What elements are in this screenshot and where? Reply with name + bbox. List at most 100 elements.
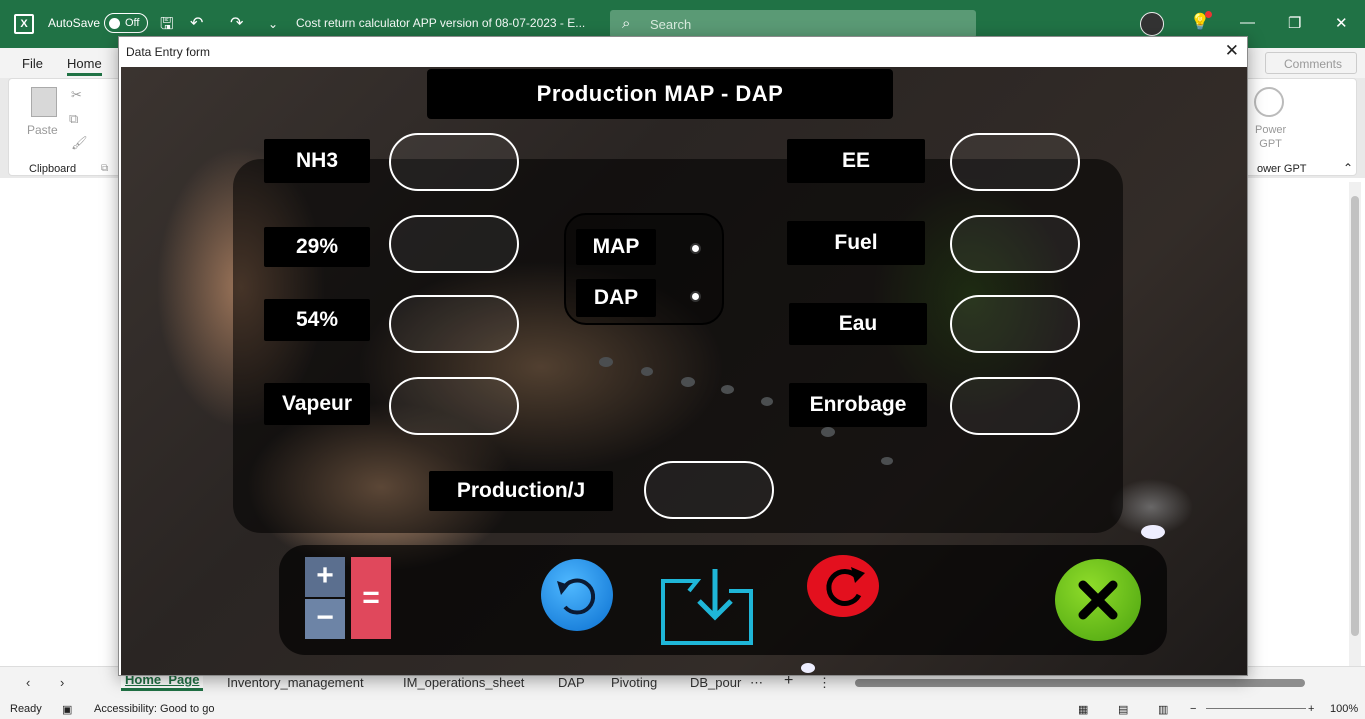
label-54: 54% [264,299,370,341]
input-nh3[interactable] [389,133,519,191]
window-close-icon[interactable]: ✕ [1335,14,1348,32]
search-box[interactable]: ⌕ Search [610,10,976,38]
save-button[interactable] [659,567,755,647]
input-fuel[interactable] [950,215,1080,273]
label-ee: EE [787,139,925,183]
scroll-thumb[interactable] [1351,196,1359,636]
maximize-icon[interactable]: ❐ [1288,14,1301,32]
excel-logo-icon: X [14,14,34,34]
pellet [1141,525,1165,539]
input-vapeur[interactable] [389,377,519,435]
power-gpt-label[interactable]: Power GPT [1255,123,1286,151]
zoom-out-icon[interactable]: − [1190,703,1196,715]
radio-map[interactable] [690,243,701,254]
form-background: Production MAP - DAP NH3 29% 54% Vapeur … [121,67,1247,675]
action-toolbar: + − = [279,545,1167,655]
tab-home[interactable]: Home [67,56,102,76]
sheet-tab-db-pour[interactable]: DB_pour [690,675,741,690]
avatar[interactable] [1140,12,1164,36]
clipboard-group-label: Clipboard [29,163,77,175]
folder-download-icon [661,569,753,645]
label-enrobage: Enrobage [789,383,927,427]
tab-file[interactable]: File [22,56,43,71]
radio-dap[interactable] [690,291,701,302]
undo-icon [557,578,596,615]
minimize-icon[interactable]: — [1240,14,1255,31]
dialog-launcher-icon[interactable]: ⧉ [101,163,108,174]
notification-dot [1205,11,1212,18]
zoom-in-icon[interactable]: + [1308,703,1314,715]
macro-record-icon[interactable]: ▣ [62,703,72,716]
label-production: Production/J [429,471,613,511]
status-ready: Ready [10,703,42,715]
dialog-close-icon[interactable]: ✕ [1225,41,1239,61]
input-ee[interactable] [950,133,1080,191]
calc-equals: = [351,557,391,639]
dialog-title: Data Entry form [126,45,211,59]
product-radio-group: MAP DAP [564,213,724,325]
calc-minus: − [305,599,345,639]
power-gpt-icon[interactable] [1254,87,1284,117]
reset-button[interactable] [541,559,613,631]
pellet [801,663,815,673]
label-vapeur: Vapeur [264,383,370,425]
vertical-scrollbar[interactable] [1349,182,1361,666]
redo-icon[interactable]: ↷ [230,13,243,33]
label-fuel: Fuel [787,221,925,265]
sheet-tab-im-operations[interactable]: IM_operations_sheet [403,675,524,690]
radio-label-map: MAP [576,229,656,265]
page-layout-icon[interactable]: ▤ [1118,703,1128,716]
power-gpt-group-label: ower GPT [1257,163,1307,175]
accessibility-status[interactable]: Accessibility: Good to go [94,703,214,715]
input-production[interactable] [644,461,774,519]
input-enrobage[interactable] [950,377,1080,435]
collapse-ribbon-icon[interactable]: ⌃ [1343,161,1353,175]
autosave-toggle[interactable]: Off [104,13,148,33]
dialog-titlebar: Data Entry form ✕ [119,37,1247,67]
cut-icon[interactable]: ✂ [71,87,82,103]
refresh-button[interactable] [807,555,879,617]
form-heading: Production MAP - DAP [427,69,893,119]
comments-button[interactable]: Comments [1265,52,1357,74]
copy-icon[interactable]: ⧉ [69,111,78,127]
input-29[interactable] [389,215,519,273]
zoom-slider[interactable] [1206,708,1306,709]
hscroll-thumb[interactable] [855,679,1305,687]
comments-label: Comments [1284,57,1343,71]
radio-label-dap: DAP [576,279,656,317]
next-sheet-icon[interactable]: › [60,675,64,690]
format-painter-icon[interactable]: 🖌 [71,135,88,151]
undo-icon[interactable]: ↶ [190,13,203,33]
horizontal-scrollbar[interactable] [845,677,1335,689]
paste-label[interactable]: Paste [27,123,58,137]
autosave-state: Off [125,17,140,29]
prev-sheet-icon[interactable]: ‹ [26,675,30,690]
data-entry-dialog: Data Entry form ✕ Production MAP - DAP N… [118,36,1248,676]
sheet-tab-pivoting[interactable]: Pivoting [611,675,657,690]
status-bar: Ready ▣ Accessibility: Good to go ▦ ▤ ▥ … [0,698,1365,719]
customize-qat-icon[interactable]: ⌄ [268,17,278,31]
label-29: 29% [264,227,370,267]
normal-view-icon[interactable]: ▦ [1078,703,1088,716]
label-nh3: NH3 [264,139,370,183]
page-break-icon[interactable]: ▥ [1158,703,1168,716]
autosave-label: AutoSave [48,16,101,30]
options-icon[interactable]: ⋮ [818,675,831,691]
calc-plus: + [305,557,345,597]
search-icon: ⌕ [622,15,631,32]
sheet-tab-dap[interactable]: DAP [558,675,585,690]
document-title: Cost return calculator APP version of 08… [296,16,586,30]
close-form-button[interactable] [1055,559,1141,641]
paste-icon[interactable] [31,87,57,117]
label-eau: Eau [789,303,927,345]
input-eau[interactable] [950,295,1080,353]
input-54[interactable] [389,295,519,353]
refresh-icon [826,567,865,606]
close-icon [1078,580,1118,620]
sheet-tab-inventory[interactable]: Inventory_management [227,675,364,690]
calculator-icon[interactable]: + − = [305,557,391,639]
toggle-knob [109,18,120,29]
zoom-level[interactable]: 100% [1330,703,1358,715]
search-placeholder: Search [650,17,692,32]
more-sheets-icon[interactable]: ⋯ [750,675,763,691]
